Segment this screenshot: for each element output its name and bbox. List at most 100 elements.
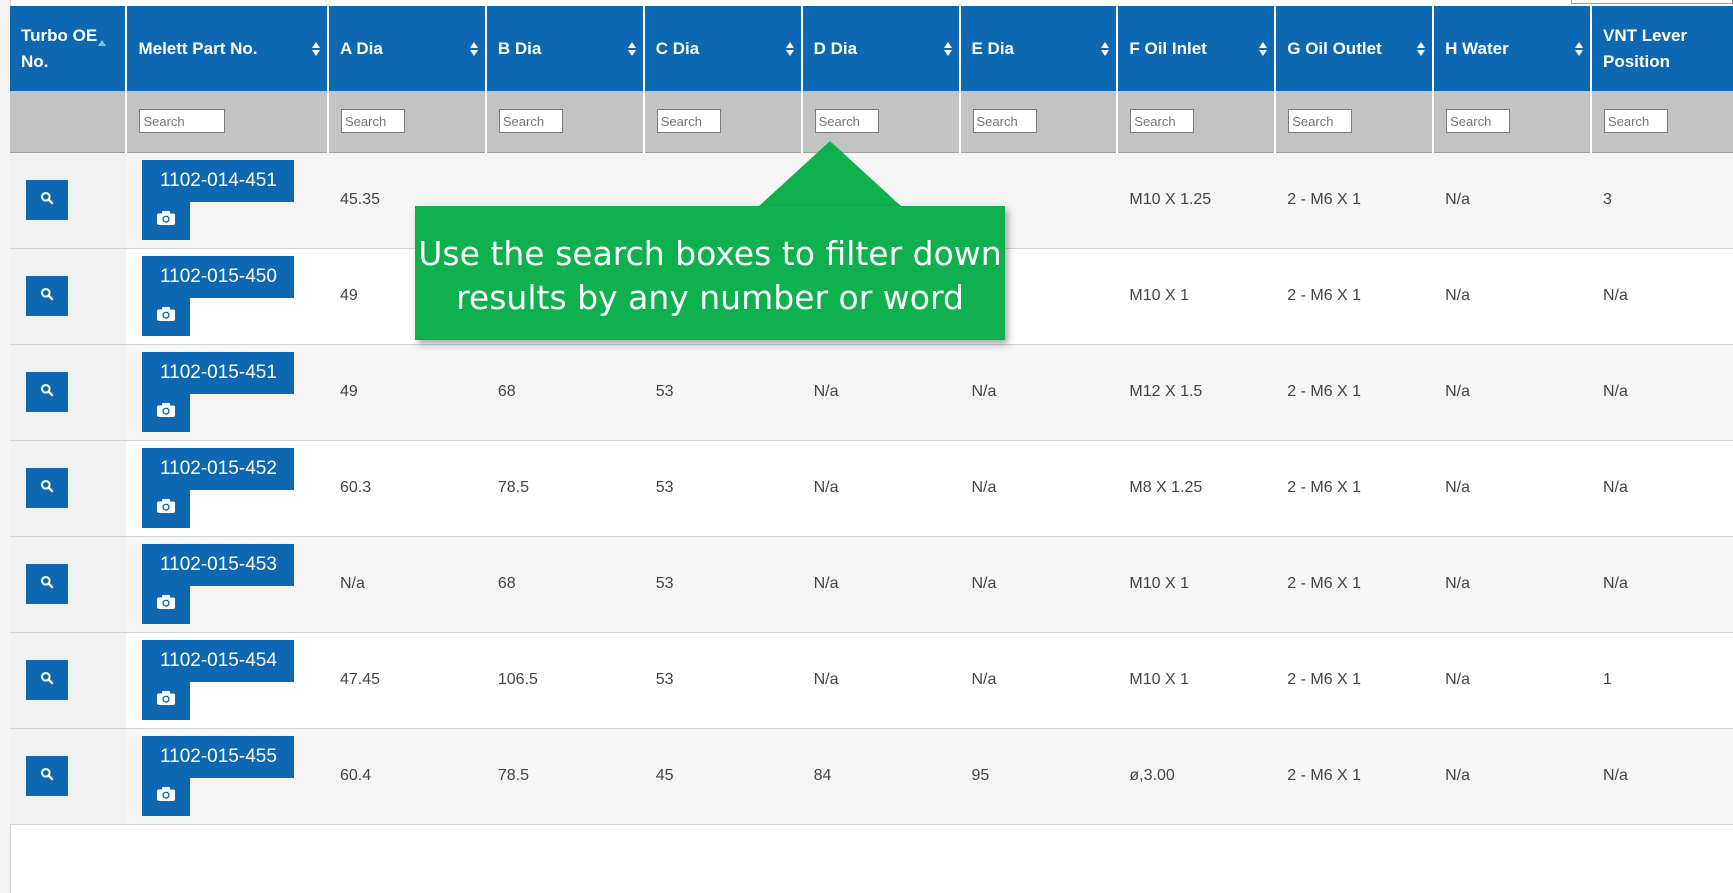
view-details-button[interactable] bbox=[26, 276, 68, 316]
cell-vnt-lever-position: N/a bbox=[1591, 248, 1733, 345]
view-details-button[interactable] bbox=[26, 180, 68, 220]
cell-d-dia: N/a bbox=[801, 440, 960, 537]
part-number-cell: 1102-015-454 bbox=[126, 632, 328, 729]
search-input-b-dia[interactable] bbox=[498, 109, 563, 134]
part-number-link[interactable]: 1102-015-452 bbox=[142, 448, 295, 490]
camera-icon bbox=[156, 498, 176, 519]
view-details-button[interactable] bbox=[26, 756, 68, 796]
column-header-f-oil-inlet[interactable]: F Oil Inlet bbox=[1117, 6, 1277, 91]
part-number-link[interactable]: 1102-014-451 bbox=[142, 160, 295, 202]
cell-b-dia: 78.5 bbox=[485, 440, 644, 537]
part-number-cell: 1102-015-451 bbox=[126, 344, 328, 441]
filter-cell bbox=[10, 91, 128, 153]
cell-f-oil-inlet: ø,3.00 bbox=[1117, 728, 1276, 825]
tooltip-callout: Use the search boxes to filter down resu… bbox=[415, 206, 1005, 340]
search-input-a-dia[interactable] bbox=[341, 109, 405, 134]
cell-vnt-lever-position: N/a bbox=[1591, 440, 1733, 537]
cell-b-dia: 68 bbox=[485, 344, 644, 441]
part-number-link[interactable]: 1102-015-451 bbox=[142, 352, 295, 394]
cell-a-dia: 60.3 bbox=[328, 440, 486, 537]
column-header-d-dia[interactable]: D Dia bbox=[801, 6, 961, 91]
column-header-turbo-oe-no[interactable]: Turbo OE No. bbox=[10, 6, 128, 91]
table-row: 1102-015-455 60.4 78.5 45 84 95 ø,3.00 2 - M6 X… bbox=[10, 728, 1733, 825]
cell-f-oil-inlet: M10 X 1.25 bbox=[1117, 152, 1276, 249]
search-input-vnt-lever-position[interactable] bbox=[1604, 109, 1668, 134]
view-details-button[interactable] bbox=[26, 564, 68, 604]
part-number-group: 1102-015-452 bbox=[138, 448, 316, 528]
header-row: Turbo OE No. Melett Part No. A Dia B Dia C D… bbox=[10, 6, 1733, 91]
column-header-label: G Oil Outlet bbox=[1287, 38, 1382, 58]
part-number-link[interactable]: 1102-015-455 bbox=[142, 736, 295, 778]
search-input-g-oil-outlet[interactable] bbox=[1288, 109, 1353, 134]
part-number-link[interactable]: 1102-015-454 bbox=[142, 640, 295, 682]
part-number-group: 1102-015-451 bbox=[138, 352, 316, 432]
photo-button[interactable] bbox=[142, 392, 191, 432]
view-details-button[interactable] bbox=[26, 660, 68, 700]
cell-a-dia: 47.45 bbox=[328, 632, 486, 729]
search-icon bbox=[40, 191, 54, 210]
sort-arrows-icon bbox=[1101, 41, 1110, 57]
view-details-button[interactable] bbox=[26, 372, 68, 412]
column-header-vnt-lever-position[interactable]: VNT Lever Position bbox=[1591, 6, 1733, 91]
cell-g-oil-outlet: 2 - M6 X 1 bbox=[1275, 440, 1434, 537]
cell-f-oil-inlet: M8 X 1.25 bbox=[1117, 440, 1276, 537]
photo-button[interactable] bbox=[142, 776, 191, 816]
sort-arrows-icon bbox=[1575, 41, 1583, 57]
search-input-c-dia[interactable] bbox=[656, 109, 721, 134]
column-header-a-dia[interactable]: A Dia bbox=[328, 6, 487, 91]
column-header-e-dia[interactable]: E Dia bbox=[959, 6, 1119, 91]
column-header-label: Melett Part No. bbox=[138, 38, 258, 58]
row-action-cell bbox=[10, 152, 127, 249]
column-header-h-water[interactable]: H Water bbox=[1433, 6, 1592, 91]
sort-arrows-icon bbox=[469, 41, 478, 57]
cell-e-dia: N/a bbox=[959, 440, 1118, 537]
search-input-d-dia[interactable] bbox=[814, 109, 879, 134]
camera-icon bbox=[156, 210, 176, 231]
cell-h-water: N/a bbox=[1433, 344, 1591, 441]
filter-cell bbox=[126, 91, 329, 153]
column-header-c-dia[interactable]: C Dia bbox=[643, 6, 803, 91]
sort-arrows-icon bbox=[1259, 41, 1268, 57]
cell-g-oil-outlet: 2 - M6 X 1 bbox=[1275, 344, 1434, 441]
sort-arrows-icon bbox=[312, 41, 320, 57]
search-input-h-water[interactable] bbox=[1446, 109, 1511, 134]
cell-g-oil-outlet: 2 - M6 X 1 bbox=[1275, 632, 1434, 729]
table-row: 1102-015-453 N/a 68 53 N/a N/a M10 X 12 - M6 X… bbox=[10, 536, 1733, 633]
cell-g-oil-outlet: 2 - M6 X 1 bbox=[1275, 152, 1434, 249]
part-number-group: 1102-015-454 bbox=[138, 640, 316, 720]
part-number-link[interactable]: 1102-015-450 bbox=[142, 256, 295, 298]
column-header-b-dia[interactable]: B Dia bbox=[485, 6, 645, 91]
cell-vnt-lever-position: N/a bbox=[1591, 344, 1733, 441]
photo-button[interactable] bbox=[142, 584, 191, 624]
search-input-f-oil-inlet[interactable] bbox=[1130, 109, 1195, 134]
cell-b-dia: 68 bbox=[485, 536, 644, 633]
cell-d-dia: 84 bbox=[801, 728, 960, 825]
filter-cell bbox=[328, 91, 487, 153]
part-number-cell: 1102-014-451 bbox=[126, 152, 328, 249]
search-input-melett-part-no[interactable] bbox=[139, 109, 226, 134]
row-action-cell bbox=[10, 632, 127, 729]
search-input-e-dia[interactable] bbox=[972, 109, 1037, 134]
cell-vnt-lever-position: 1 bbox=[1591, 632, 1733, 729]
row-action-cell bbox=[10, 536, 127, 633]
sort-arrows-icon bbox=[943, 41, 952, 57]
cell-vnt-lever-position: N/a bbox=[1591, 536, 1733, 633]
search-icon bbox=[40, 287, 54, 306]
column-header-melett-part-no[interactable]: Melett Part No. bbox=[126, 6, 329, 91]
cell-c-dia: 53 bbox=[643, 536, 802, 633]
filter-cell bbox=[1275, 91, 1435, 153]
row-action-cell bbox=[10, 344, 127, 441]
photo-button[interactable] bbox=[142, 488, 191, 528]
page: Turbo OE No. Melett Part No. A Dia B Dia C D… bbox=[0, 0, 1733, 893]
part-number-link[interactable]: 1102-015-453 bbox=[142, 544, 295, 586]
photo-button[interactable] bbox=[142, 680, 191, 720]
photo-button[interactable] bbox=[142, 296, 191, 336]
cell-f-oil-inlet: M10 X 1 bbox=[1117, 632, 1276, 729]
column-header-g-oil-outlet[interactable]: G Oil Outlet bbox=[1275, 6, 1435, 91]
part-number-cell: 1102-015-453 bbox=[126, 536, 328, 633]
cell-b-dia: 106.5 bbox=[485, 632, 644, 729]
column-header-label: B Dia bbox=[497, 38, 542, 58]
photo-button[interactable] bbox=[142, 200, 191, 240]
column-header-label: VNT Lever Position bbox=[1603, 25, 1688, 71]
view-details-button[interactable] bbox=[26, 468, 68, 508]
